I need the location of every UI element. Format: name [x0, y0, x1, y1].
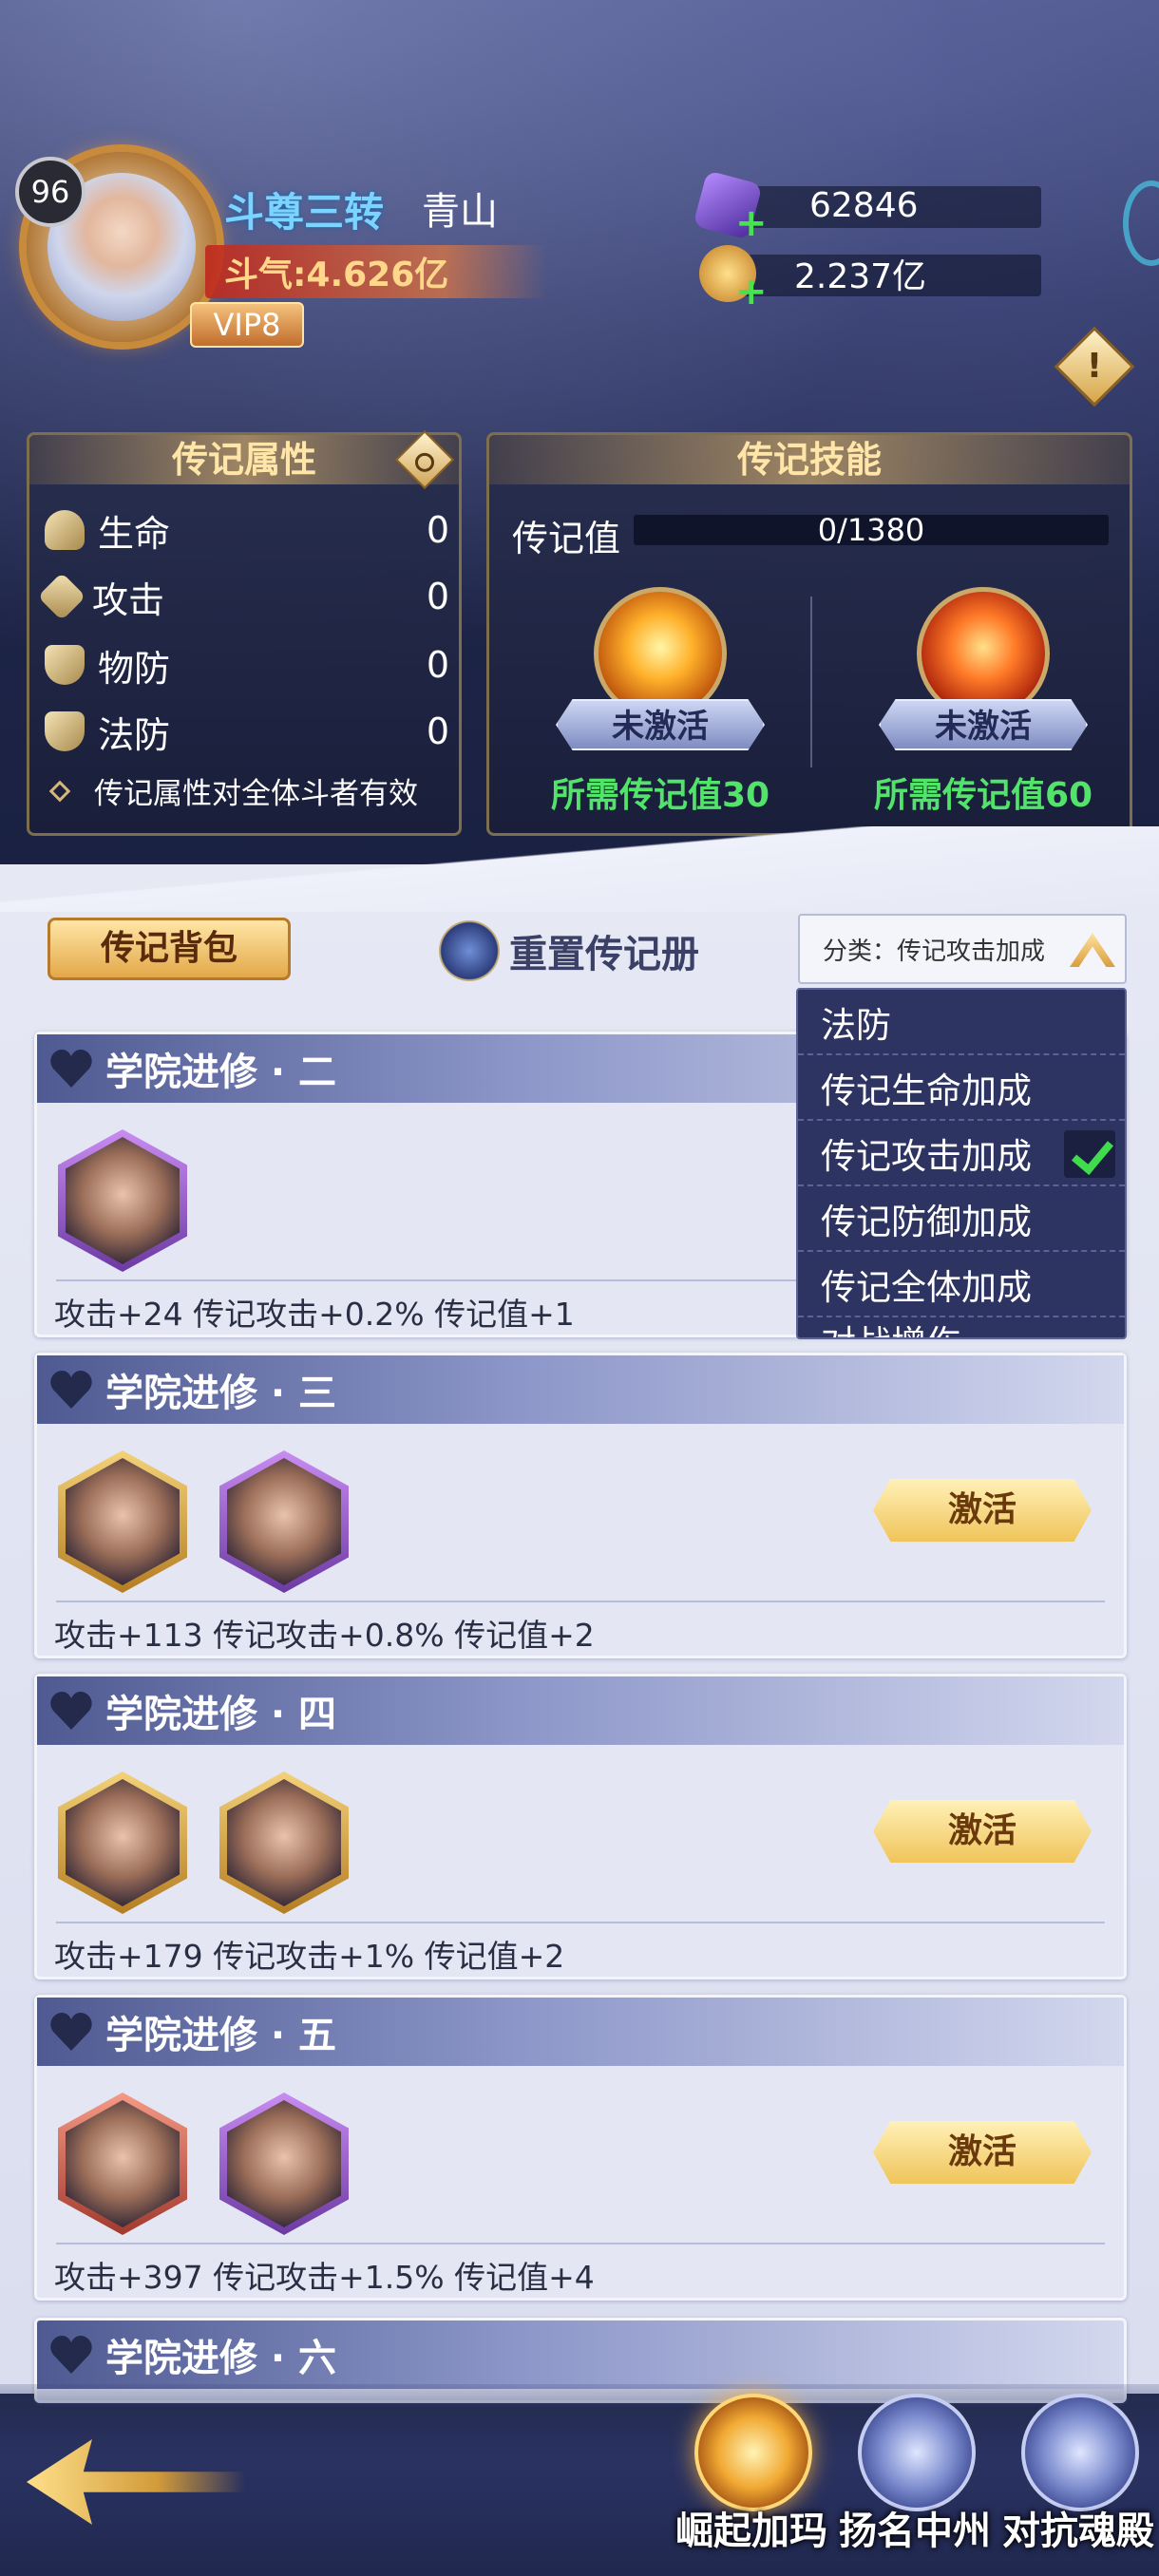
stat-label: 生命	[98, 512, 171, 555]
dropdown-option-selected[interactable]: 传记攻击加成	[798, 1121, 1125, 1186]
card-title: 学院进修 · 五	[105, 2014, 337, 2057]
activate-button[interactable]: 激活	[873, 2121, 1092, 2184]
progress-text: 0/1380	[817, 512, 925, 548]
stat-row-hp: 生命 0	[45, 502, 453, 559]
card-title: 学院进修 · 二	[105, 1051, 337, 1094]
stat-label: 攻击	[92, 578, 165, 621]
heart-icon	[50, 1371, 92, 1409]
vip-badge[interactable]: VIP8	[190, 302, 304, 348]
divider	[56, 2243, 1105, 2245]
skills-panel-title: 传记技能	[489, 435, 1130, 484]
biography-bag-button[interactable]: 传记背包	[48, 918, 291, 980]
skill-slot-2[interactable]: 未激活 所需传记值60	[850, 587, 1116, 824]
skill-requirement: 所需传记值30	[550, 776, 770, 815]
nav-label: 扬名中州	[839, 2510, 991, 2553]
nav-label: 崛起加玛	[675, 2510, 827, 2553]
divider	[56, 1922, 1105, 1923]
magic-shield-icon	[45, 711, 85, 751]
card-header: 学院进修 · 四	[37, 1676, 1124, 1745]
stat-value: 0	[426, 710, 449, 752]
hero-portrait[interactable]	[219, 1450, 349, 1593]
power-value: 斗气:4.626亿	[205, 245, 547, 298]
card-bonus: 攻击+113 传记攻击+0.8% 传记值+2	[54, 1617, 595, 1654]
stat-value: 0	[426, 576, 449, 617]
progress-label: 传记值	[512, 518, 621, 559]
stat-value: 0	[426, 644, 449, 686]
check-icon	[1064, 1130, 1115, 1178]
hero-portrait[interactable]	[58, 2093, 187, 2235]
skill-requirement: 所需传记值60	[873, 776, 1093, 815]
divider	[810, 597, 812, 767]
heart-icon	[50, 2013, 92, 2051]
biography-card: 学院进修 · 五 激活 攻击+397 传记攻击+1.5% 传记值+4	[34, 1995, 1127, 2301]
gem-currency: + 62846	[693, 170, 1041, 245]
divider	[56, 1601, 1105, 1602]
nav-fame-zhongzhou[interactable]: 扬名中州	[834, 2394, 996, 2565]
stat-label: 物防	[98, 647, 171, 690]
card-bonus: 攻击+179 传记攻击+1% 传记值+2	[54, 1938, 565, 1975]
nav-fight-soul-hall[interactable]: 对抗魂殿	[998, 2394, 1159, 2565]
hero-portrait[interactable]	[219, 2093, 349, 2235]
card-header: 学院进修 · 五	[37, 1998, 1124, 2066]
card-title: 学院进修 · 四	[105, 1693, 337, 1736]
card-title: 学院进修 · 六	[105, 2337, 337, 2380]
rank-title: 斗尊三转	[224, 189, 385, 236]
heart-icon	[50, 1050, 92, 1088]
skill-status: 未激活	[879, 699, 1088, 750]
heart-icon	[50, 1692, 92, 1730]
category-filter-select[interactable]: 分类：传记攻击加成	[798, 914, 1127, 984]
sword-icon	[37, 572, 86, 621]
attributes-note: 传记属性对全体斗者有效	[48, 769, 418, 812]
card-header: 学院进修 · 三	[37, 1355, 1124, 1424]
biography-card: 学院进修 · 四 激活 攻击+179 传记攻击+1% 传记值+2	[34, 1674, 1127, 1979]
wave-divider	[0, 826, 1159, 912]
soul-hall-icon	[1021, 2394, 1139, 2511]
biography-progress-bar: 0/1380	[634, 515, 1109, 545]
heart-icon	[45, 510, 85, 550]
heart-icon	[50, 2336, 92, 2374]
card-title: 学院进修 · 三	[105, 1372, 337, 1415]
nav-rise-jiama[interactable]: 崛起加玛	[671, 2394, 832, 2565]
card-header: 学院进修 · 六	[37, 2320, 1124, 2389]
dropdown-option[interactable]: 对战增伤	[798, 1317, 1125, 1337]
stat-row-attack: 攻击 0	[37, 568, 453, 625]
player-name: 青山	[422, 190, 498, 234]
card-bonus: 攻击+397 传记攻击+1.5% 传记值+4	[54, 2259, 595, 2296]
attributes-panel: 传记属性 生命 0 攻击 0 物防 0 法防 0 传记属性对全体斗者有效	[27, 429, 462, 836]
card-bonus: 攻击+24 传记攻击+0.2% 传记值+1	[54, 1296, 575, 1333]
temple-icon	[694, 2394, 812, 2511]
shield-icon	[45, 645, 85, 685]
palace-icon	[858, 2394, 976, 2511]
gold-currency: + 2.237亿	[699, 245, 1041, 313]
nav-label: 对抗魂殿	[1002, 2510, 1154, 2553]
filter-label: 分类：传记攻击加成	[823, 937, 1046, 966]
activate-button[interactable]: 激活	[873, 1800, 1092, 1863]
hero-portrait[interactable]	[58, 1450, 187, 1593]
dropdown-option[interactable]: 法防	[798, 990, 1125, 1055]
skill-status: 未激活	[556, 699, 765, 750]
activate-button[interactable]: 激活	[873, 1479, 1092, 1542]
chevron-up-icon	[1070, 933, 1115, 967]
diamond-bullet-icon	[48, 780, 71, 802]
hero-portrait[interactable]	[58, 1129, 187, 1272]
dropdown-option[interactable]: 传记全体加成	[798, 1252, 1125, 1317]
skill-slot-1[interactable]: 未激活 所需传记值30	[527, 587, 793, 824]
stat-row-magic-defense: 法防 0	[45, 703, 453, 760]
hero-portrait[interactable]	[219, 1771, 349, 1914]
stat-value: 0	[426, 509, 449, 551]
stat-row-physical-defense: 物防 0	[45, 636, 453, 693]
add-gem-icon[interactable]: +	[735, 201, 930, 245]
stat-label: 法防	[98, 713, 171, 756]
category-dropdown[interactable]: 法防 传记生命加成 传记攻击加成 传记防御加成 传记全体加成 对战增伤	[796, 988, 1127, 1339]
reset-biography-button[interactable]: 重置传记册	[439, 919, 699, 982]
add-gold-icon[interactable]: +	[735, 270, 938, 313]
dropdown-option[interactable]: 传记生命加成	[798, 1055, 1125, 1121]
dropdown-option[interactable]: 传记防御加成	[798, 1186, 1125, 1252]
biography-card: 学院进修 · 三 激活 攻击+113 传记攻击+0.8% 传记值+2	[34, 1353, 1127, 1658]
refresh-icon	[439, 920, 500, 981]
level-badge: 96	[15, 157, 86, 227]
skills-panel: 传记技能 传记值 0/1380 未激活 所需传记值30 未激活 所需传记值60	[486, 432, 1132, 836]
hero-portrait[interactable]	[58, 1771, 187, 1914]
